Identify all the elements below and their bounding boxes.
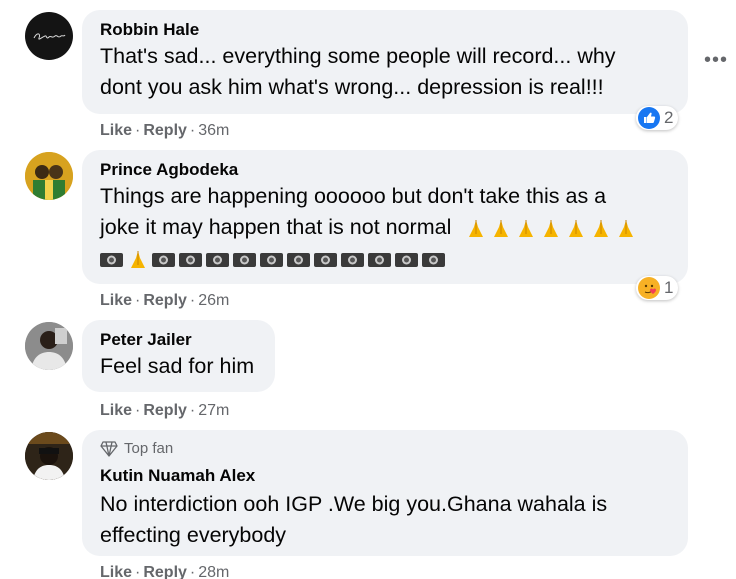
more-options-icon[interactable]: •••: [704, 50, 728, 70]
avatar[interactable]: [25, 432, 73, 480]
top-fan-badge[interactable]: Top fan: [100, 439, 670, 459]
avatar[interactable]: [25, 322, 73, 370]
comment-text-line-2-row: joke it may happen that is not normal: [100, 212, 670, 243]
reaction-count: 1: [664, 278, 674, 297]
signature-logo: [33, 33, 66, 40]
like-icon: [638, 107, 660, 129]
timestamp[interactable]: 36m: [198, 122, 229, 139]
camera-icon: [100, 253, 123, 268]
camera-icon: [341, 253, 364, 268]
comment-text-line-2: joke it may happen that is not normal: [100, 215, 452, 239]
comment-bubble: Prince Agbodeka Things are happening ooo…: [82, 150, 688, 284]
reaction-summary[interactable]: 2: [636, 106, 679, 130]
camera-icon: [233, 253, 256, 268]
timestamp[interactable]: 27m: [198, 402, 229, 419]
top-fan-label: Top fan: [124, 440, 174, 457]
reaction-count: 2: [664, 108, 674, 127]
comments-list: Robbin Hale That's sad... everything som…: [0, 0, 736, 579]
comment-text: Feel sad for him: [100, 354, 255, 378]
reaction-summary[interactable]: 1: [636, 276, 679, 300]
reply-button[interactable]: Reply: [143, 564, 187, 579]
timestamp[interactable]: 26m: [198, 292, 229, 309]
commenter-name[interactable]: Robbin Hale: [100, 19, 670, 41]
comment-actions: Like · Reply · 26m: [100, 292, 230, 309]
camera-icon: [152, 253, 175, 268]
like-button[interactable]: Like: [100, 402, 132, 419]
care-icon: [638, 277, 660, 299]
camera-icon: [395, 253, 418, 268]
camera-icon: [260, 253, 283, 268]
like-button[interactable]: Like: [100, 122, 132, 139]
praying-hands-icon: [494, 220, 509, 238]
comment-bubble: Top fan Kutin Nuamah Alex No interdictio…: [82, 430, 688, 556]
reply-button[interactable]: Reply: [143, 402, 187, 419]
comment-actions: Like · Reply · 27m: [100, 402, 230, 419]
like-button[interactable]: Like: [100, 292, 132, 309]
camera-icon: [314, 253, 337, 268]
praying-hands-icon: [131, 251, 145, 269]
commenter-name[interactable]: Peter Jailer: [100, 329, 257, 351]
avatar[interactable]: [25, 152, 73, 200]
praying-hands-icon: [469, 220, 484, 238]
camera-icon: [368, 253, 391, 268]
comment-bubble: Robbin Hale That's sad... everything som…: [82, 10, 688, 114]
avatar[interactable]: [25, 12, 73, 60]
comment-text: No interdiction ooh IGP .We big you.Ghan…: [100, 492, 608, 547]
comment-actions: Like · Reply · 36m: [100, 122, 230, 139]
commenter-name[interactable]: Prince Agbodeka: [100, 159, 670, 181]
commenter-name[interactable]: Kutin Nuamah Alex: [100, 465, 670, 487]
praying-hands-icon: [544, 220, 559, 238]
praying-hands-icon: [519, 220, 534, 238]
comment-text: That's sad... everything some people wil…: [100, 44, 616, 99]
camera-icon: [287, 253, 310, 268]
reply-button[interactable]: Reply: [143, 122, 187, 139]
praying-hands-icon: [594, 220, 609, 238]
praying-hands-icon: [569, 220, 584, 238]
camera-icon: [206, 253, 229, 268]
praying-hands-icon: [619, 220, 634, 238]
comment-bubble: Peter Jailer Feel sad for him: [82, 320, 275, 392]
camera-icon: [179, 253, 202, 268]
timestamp[interactable]: 28m: [198, 564, 229, 579]
reply-button[interactable]: Reply: [143, 292, 187, 309]
comment-actions: Like · Reply · 28m: [100, 564, 230, 579]
like-button[interactable]: Like: [100, 564, 132, 579]
camera-icon: [422, 253, 445, 268]
comment-text-line-1: Things are happening oooooo but don't ta…: [100, 184, 607, 208]
diamond-icon: [100, 441, 118, 457]
camera-emoji-row: [100, 243, 670, 273]
praying-hands-emoji-group: [465, 215, 640, 239]
